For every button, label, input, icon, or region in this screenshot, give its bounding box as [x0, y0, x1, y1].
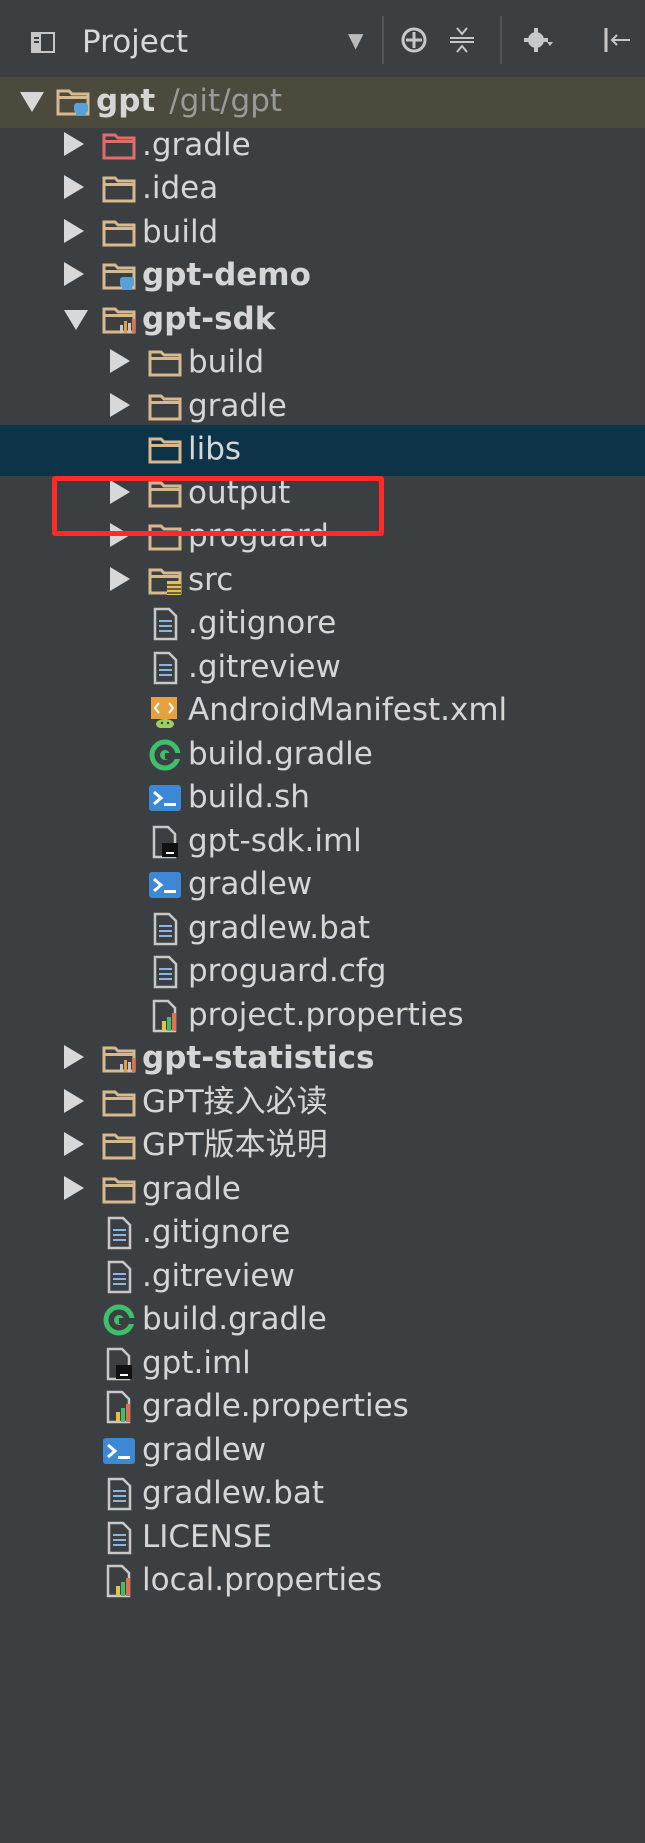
hide-icon[interactable] [600, 24, 632, 56]
collapsed-arrow-icon[interactable] [110, 349, 130, 373]
collapsed-arrow-icon[interactable] [64, 175, 84, 199]
tree-item-label: .gitignore [142, 1214, 291, 1250]
properties-icon [102, 1390, 136, 1424]
collapsed-arrow-icon[interactable] [110, 566, 130, 591]
collapsed-arrow-icon[interactable] [64, 262, 84, 286]
folder-icon [148, 433, 182, 467]
tree-item-label: build.sh [188, 779, 310, 815]
iml-icon [102, 1347, 136, 1381]
folder-icon [102, 1173, 136, 1207]
annotation-highlight-box [52, 476, 384, 536]
collapsed-arrow-icon[interactable] [64, 1175, 84, 1200]
tree-item-label: gpt-demo [142, 257, 311, 293]
tree-row-local-properties[interactable]: local.properties [0, 1556, 645, 1607]
project-toolbar: Project ▼ [0, 0, 645, 80]
tree-item-label: AndroidManifest.xml [188, 692, 508, 728]
collapse-all-icon[interactable] [446, 24, 478, 56]
folder-icon [148, 390, 182, 424]
tree-item-label: .gradle [142, 126, 251, 163]
folder-icon [102, 1086, 136, 1120]
collapsed-arrow-icon[interactable] [110, 392, 130, 417]
chevron-down-icon[interactable]: ▼ [348, 28, 363, 52]
properties-icon [102, 1564, 136, 1598]
tree-item-label: LICENSE [142, 1518, 273, 1555]
tree-item-label: build [142, 213, 219, 250]
tree-item-label: proguard.cfg [188, 953, 387, 989]
tree-item-label: .gitignore [188, 605, 337, 641]
gradle-icon [148, 738, 182, 772]
folder-icon [102, 172, 136, 206]
source-folder-icon [148, 564, 182, 598]
tree-item-label: build.gradle [142, 1301, 327, 1337]
text-file-icon [102, 1521, 136, 1555]
tree-item-label: GPT接入必读 [142, 1083, 328, 1120]
android-manifest-icon [148, 694, 182, 729]
tree-item-label: local.properties [142, 1562, 383, 1598]
tree-item-label: libs [188, 431, 242, 467]
tree-item-label: src [188, 561, 234, 598]
tree-item-label: gradlew [142, 1431, 267, 1468]
properties-icon [148, 999, 182, 1033]
text-file-icon [102, 1477, 136, 1511]
tree-item-label: .gitreview [188, 648, 341, 685]
collapsed-arrow-icon[interactable] [64, 1045, 84, 1069]
tree-item-path: /git/gpt [169, 83, 283, 119]
module-folder-icon [56, 85, 90, 119]
text-file-icon [102, 1216, 136, 1250]
project-view-title[interactable]: Project [82, 24, 188, 60]
tree-item-label: gradlew [188, 866, 313, 902]
text-file-icon [102, 1260, 136, 1294]
tree-item-label: .gitreview [142, 1257, 295, 1294]
tree-item-label: GPT版本说明 [142, 1127, 328, 1163]
gradle-icon [102, 1303, 136, 1337]
text-file-icon [148, 912, 182, 946]
toolbar-divider [382, 16, 384, 64]
project-view-icon [31, 32, 55, 53]
shell-icon [148, 868, 182, 902]
tree-item-label: gradlew.bat [142, 1475, 324, 1511]
lib-module-folder-icon [102, 303, 136, 337]
folder-red-icon [102, 129, 136, 163]
tree-item-label: gpt-sdk [142, 300, 276, 337]
expanded-arrow-icon[interactable] [64, 309, 88, 330]
tree-item-label: project.properties [188, 996, 464, 1033]
tree-item-label: gradle [188, 387, 287, 424]
tree-item-label: build [188, 344, 265, 380]
folder-icon [102, 1129, 136, 1163]
shell-icon [148, 781, 182, 815]
settings-icon[interactable] [522, 24, 554, 56]
expanded-arrow-icon[interactable] [20, 92, 44, 112]
folder-icon [102, 216, 136, 250]
text-file-icon [148, 955, 182, 989]
shell-icon [102, 1434, 136, 1468]
locate-icon[interactable] [398, 24, 430, 56]
tree-item-label: gradlew.bat [188, 909, 370, 946]
lib-module-folder-icon [102, 1042, 136, 1076]
collapsed-arrow-icon[interactable] [64, 1132, 84, 1156]
tree-item-label: gpt-statistics [142, 1040, 375, 1076]
text-file-icon [148, 651, 182, 685]
project-tree[interactable]: gpt/git/gpt .gradle .idea build gpt-demo gpt-… [0, 77, 645, 1843]
tree-item-label: build.gradle [188, 735, 373, 772]
tree-item-label: gpt.iml [142, 1344, 251, 1381]
module-folder-icon [102, 259, 136, 293]
iml-icon [148, 825, 182, 859]
text-file-icon [148, 607, 182, 641]
tree-item-label: .idea [142, 170, 219, 206]
collapsed-arrow-icon[interactable] [64, 131, 84, 156]
toolbar-divider [500, 16, 502, 64]
tree-item-label: gpt/git/gpt [96, 83, 283, 119]
collapsed-arrow-icon[interactable] [64, 218, 84, 243]
folder-icon [148, 346, 182, 380]
collapsed-arrow-icon[interactable] [64, 1088, 84, 1113]
tree-item-label: gpt-sdk.iml [188, 822, 362, 859]
tree-item-label: gradle.properties [142, 1388, 409, 1424]
tree-item-label: gradle [142, 1170, 241, 1207]
